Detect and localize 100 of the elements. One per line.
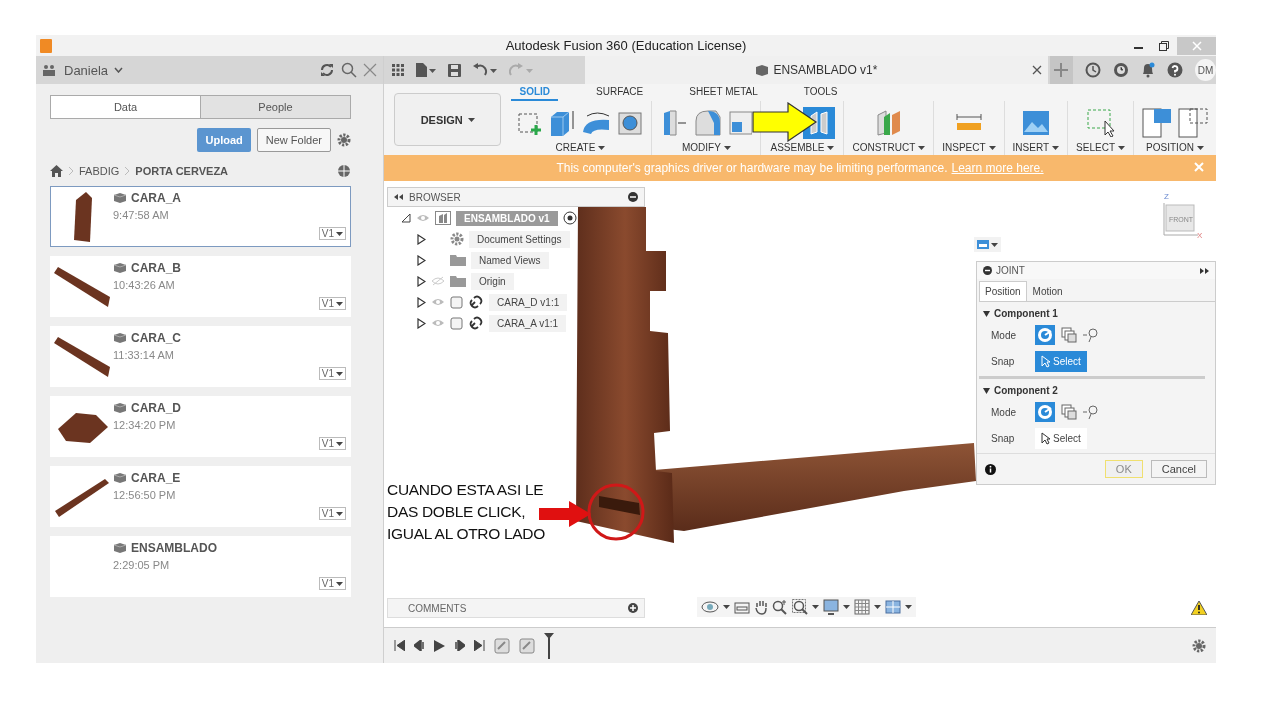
- expand-triangle-icon[interactable]: [417, 233, 426, 245]
- expand-triangle-icon[interactable]: [417, 275, 426, 287]
- version-dropdown[interactable]: V1: [318, 577, 346, 590]
- box-icon[interactable]: [549, 109, 576, 137]
- tool-group-menu[interactable]: INSPECT: [942, 142, 996, 153]
- activate-radio-icon[interactable]: [562, 211, 577, 225]
- file-card[interactable]: ENSAMBLADO 2:29:05 PM V1: [50, 536, 351, 597]
- minimize-panel-icon[interactable]: [983, 266, 992, 275]
- section-expanded-icon[interactable]: [983, 310, 990, 317]
- select-button[interactable]: Select: [1035, 428, 1087, 449]
- panel-tab[interactable]: Data: [51, 96, 200, 118]
- file-card[interactable]: CARA_A 9:47:58 AM V1: [50, 186, 351, 247]
- display-settings-button[interactable]: [974, 237, 1001, 252]
- tool-group-menu[interactable]: POSITION: [1146, 142, 1204, 153]
- new-folder-button[interactable]: New Folder: [256, 128, 331, 152]
- version-dropdown[interactable]: V1: [318, 227, 346, 240]
- timeline-joint-icon[interactable]: [519, 637, 535, 654]
- section-expanded-icon[interactable]: [983, 387, 990, 394]
- display-mode-icon[interactable]: [823, 599, 839, 615]
- toolbar-tab[interactable]: TOOLS: [795, 86, 846, 101]
- apps-grid-icon[interactable]: [392, 64, 404, 76]
- file-card[interactable]: CARA_B 10:43:26 AM V1: [50, 256, 351, 317]
- minimize-panel-icon[interactable]: [628, 192, 638, 202]
- version-dropdown[interactable]: V1: [318, 507, 346, 520]
- file-card[interactable]: CARA_E 12:56:50 PM V1: [50, 466, 351, 527]
- two-edge-intersection-icon[interactable]: [1083, 404, 1099, 420]
- warning-icon[interactable]: [1191, 601, 1207, 615]
- dialog-tab[interactable]: Motion: [1026, 281, 1069, 301]
- tool-group-menu[interactable]: CONSTRUCT: [852, 142, 926, 153]
- comments-bar[interactable]: COMMENTS: [387, 598, 645, 618]
- timeline-settings-icon[interactable]: [1192, 638, 1206, 653]
- expand-triangle-icon[interactable]: [417, 254, 426, 266]
- globe-icon[interactable]: [337, 164, 351, 178]
- select-button[interactable]: Select: [1035, 351, 1087, 372]
- panel-tab[interactable]: People: [200, 96, 350, 118]
- orbit-icon[interactable]: [701, 599, 719, 615]
- image-icon[interactable]: [1021, 110, 1050, 136]
- fillet-icon[interactable]: [694, 109, 723, 137]
- undo-icon[interactable]: [473, 63, 497, 77]
- tool-group-menu[interactable]: INSERT: [1012, 142, 1060, 153]
- between-two-faces-icon[interactable]: [1061, 327, 1077, 343]
- simple-mode-button[interactable]: [1035, 325, 1055, 345]
- dialog-tab[interactable]: Position: [979, 281, 1027, 301]
- version-dropdown[interactable]: V1: [318, 367, 346, 380]
- tree-item-label[interactable]: CARA_A v1:1: [489, 314, 567, 332]
- tree-item-label[interactable]: Origin: [471, 272, 514, 290]
- tool-group-menu[interactable]: ASSEMBLE: [770, 142, 835, 153]
- play-icon[interactable]: [434, 639, 445, 652]
- expand-triangle-icon[interactable]: [417, 296, 426, 308]
- selection-box-icon[interactable]: [1086, 109, 1115, 137]
- hole-icon[interactable]: [617, 110, 644, 136]
- pan-hand-icon[interactable]: [754, 599, 768, 615]
- version-dropdown[interactable]: V1: [318, 437, 346, 450]
- user-name[interactable]: Daniela: [64, 62, 109, 78]
- expand-panel-icon[interactable]: [1200, 267, 1209, 274]
- close-tab-icon[interactable]: [1031, 65, 1042, 75]
- settings-icon[interactable]: [337, 133, 351, 147]
- breadcrumb-link[interactable]: FABDIG: [79, 165, 120, 177]
- tree-item-label[interactable]: CARA_D v1:1: [489, 293, 568, 311]
- grid-icon[interactable]: [854, 599, 870, 615]
- two-edge-intersection-icon[interactable]: [1083, 327, 1099, 343]
- file-card[interactable]: CARA_D 12:34:20 PM V1: [50, 396, 351, 457]
- help-icon[interactable]: [1166, 62, 1183, 78]
- info-icon[interactable]: [985, 463, 996, 475]
- workspace-dropdown[interactable]: DESIGN: [394, 93, 502, 146]
- zoom-icon[interactable]: [772, 599, 788, 615]
- recovery-icon[interactable]: [1084, 62, 1101, 78]
- breadcrumb-link[interactable]: PORTA CERVEZA: [135, 165, 229, 177]
- simple-mode-button[interactable]: [1035, 402, 1055, 422]
- chevron-down-icon[interactable]: [114, 67, 124, 73]
- last-frame-icon[interactable]: [474, 640, 485, 651]
- first-frame-icon[interactable]: [394, 640, 405, 651]
- clock-icon[interactable]: [1112, 62, 1129, 78]
- cancel-button[interactable]: Cancel: [1150, 460, 1207, 478]
- toolbar-tab[interactable]: SURFACE: [588, 86, 652, 101]
- sweep-icon[interactable]: [581, 110, 612, 136]
- refresh-icon[interactable]: [319, 62, 335, 78]
- timeline-joint-icon[interactable]: [494, 637, 510, 654]
- look-at-icon[interactable]: [734, 600, 750, 614]
- revert-position-icon[interactable]: [1178, 108, 1208, 138]
- fit-zoom-icon[interactable]: [792, 599, 808, 615]
- notification-bell-icon[interactable]: [1140, 62, 1155, 78]
- tool-group-menu[interactable]: MODIFY: [682, 142, 731, 153]
- step-forward-icon[interactable]: [454, 640, 465, 651]
- tool-group-menu[interactable]: SELECT: [1076, 142, 1125, 153]
- tool-group-menu[interactable]: CREATE: [555, 142, 606, 153]
- expand-triangle-icon[interactable]: [417, 317, 426, 329]
- tree-item-label[interactable]: Document Settings: [469, 230, 570, 248]
- file-icon[interactable]: [416, 63, 436, 77]
- restore-icon[interactable]: [1159, 40, 1169, 51]
- save-icon[interactable]: [448, 63, 461, 77]
- timeline-marker-icon[interactable]: [544, 632, 554, 659]
- sketch-icon[interactable]: [517, 110, 544, 136]
- file-card[interactable]: CARA_C 11:33:14 AM V1: [50, 326, 351, 387]
- between-two-faces-icon[interactable]: [1061, 404, 1077, 420]
- browser-header[interactable]: BROWSER: [387, 187, 645, 207]
- expanded-triangle-icon[interactable]: [401, 213, 411, 223]
- capture-position-icon[interactable]: [1142, 108, 1172, 138]
- chamfer-icon[interactable]: [728, 110, 753, 136]
- user-avatar[interactable]: DM: [1194, 59, 1216, 81]
